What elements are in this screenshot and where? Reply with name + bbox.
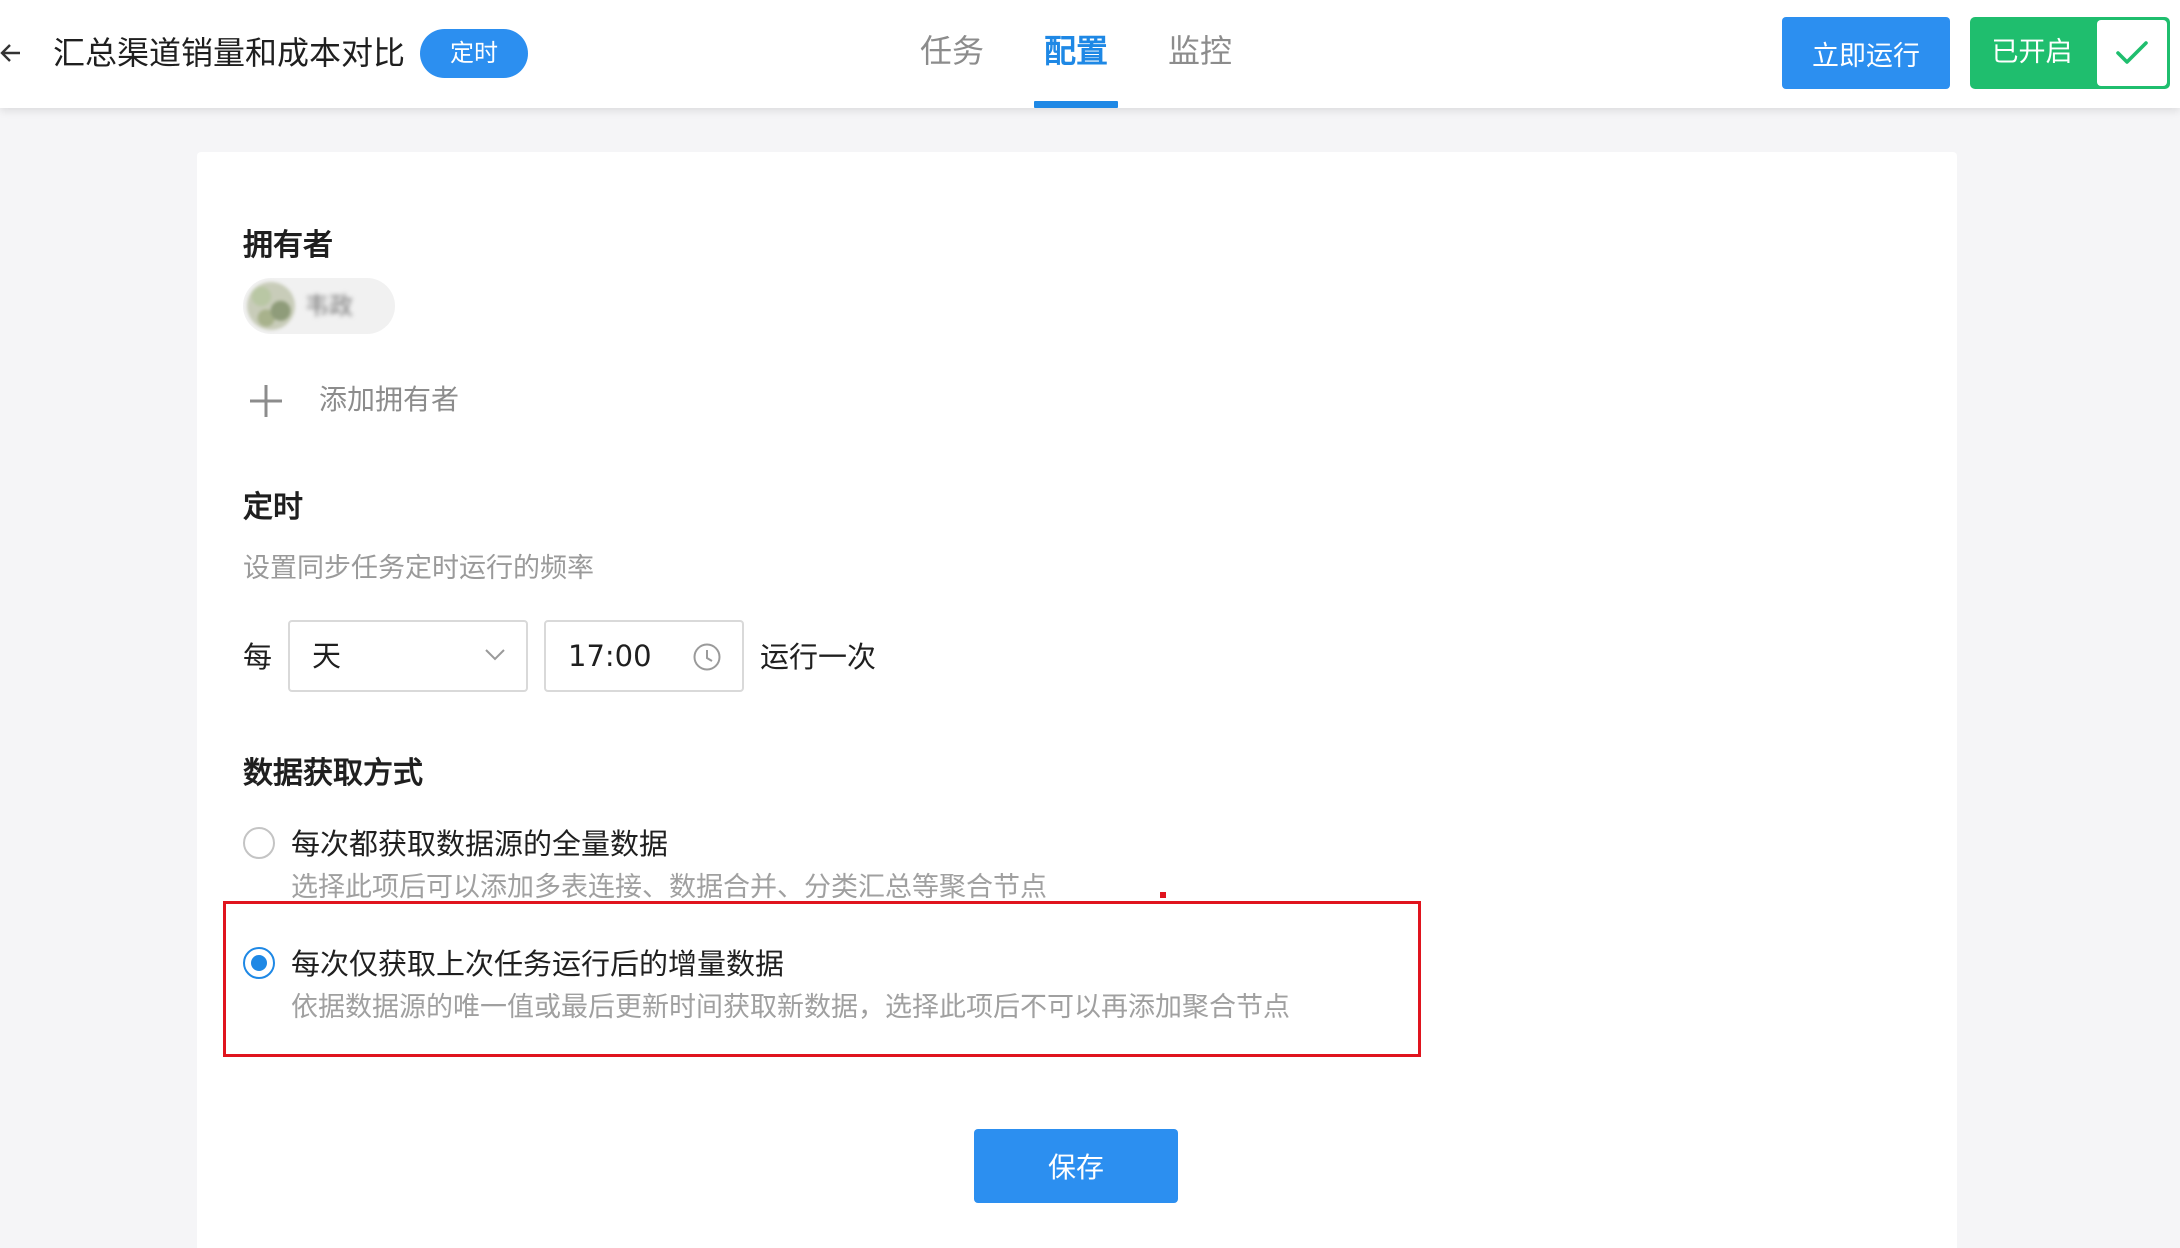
enable-toggle-label: 已开启	[1991, 37, 2073, 68]
save-button[interactable]: 保存	[974, 1129, 1178, 1203]
every-label: 每	[243, 640, 273, 674]
avatar	[247, 282, 295, 330]
schedule-section-title: 定时	[243, 490, 303, 525]
time-picker[interactable]: 17:00	[544, 620, 744, 692]
enable-toggle[interactable]: 已开启	[1970, 17, 2170, 89]
time-value: 17:00	[568, 639, 652, 673]
radio-desc-incremental: 依据数据源的唯一值或最后更新时间获取新数据，选择此项后不可以再添加聚合节点	[291, 992, 1290, 1023]
top-bar: 汇总渠道销量和成本对比 定时 任务 配置 监控 立即运行 已开启	[0, 0, 2180, 108]
config-card: 拥有者 韦政 添加拥有者 定时 设置同步任务定时运行的频率 每 天 17:00 …	[197, 152, 1957, 1248]
check-icon	[2116, 41, 2148, 64]
radio-label-full: 每次都获取数据源的全量数据	[291, 827, 669, 861]
fetch-mode-section-title: 数据获取方式	[243, 756, 423, 791]
chevron-down-icon	[485, 649, 505, 661]
schedule-description: 设置同步任务定时运行的频率	[243, 553, 594, 584]
page-title: 汇总渠道销量和成本对比	[53, 34, 406, 72]
plus-icon	[250, 385, 282, 417]
tab-monitor[interactable]: 监控	[1168, 26, 1232, 76]
tab-config[interactable]: 配置	[1044, 26, 1108, 76]
radio-circle-incremental[interactable]	[243, 947, 275, 979]
back-arrow-icon[interactable]	[0, 38, 22, 68]
annotation-dot	[1160, 892, 1166, 898]
tab-tasks[interactable]: 任务	[920, 26, 984, 76]
owner-name: 韦政	[305, 292, 353, 320]
period-value: 天	[312, 639, 342, 673]
add-owner-label: 添加拥有者	[319, 383, 460, 416]
toggle-knob	[2097, 20, 2167, 86]
owner-chip[interactable]: 韦政	[243, 278, 395, 334]
active-tab-indicator	[1034, 101, 1118, 108]
radio-full-data[interactable]: 每次都获取数据源的全量数据 选择此项后可以添加多表连接、数据合并、分类汇总等聚合…	[243, 827, 1243, 911]
owner-section-title: 拥有者	[243, 228, 333, 263]
radio-label-incremental: 每次仅获取上次任务运行后的增量数据	[291, 947, 785, 981]
radio-desc-full: 选择此项后可以添加多表连接、数据合并、分类汇总等聚合节点	[291, 872, 1047, 903]
run-once-label: 运行一次	[760, 640, 877, 674]
run-now-button[interactable]: 立即运行	[1782, 17, 1950, 89]
clock-icon	[693, 643, 721, 671]
radio-incremental-data[interactable]: 每次仅获取上次任务运行后的增量数据 依据数据源的唯一值或最后更新时间获取新数据，…	[243, 947, 1343, 1031]
period-select[interactable]: 天	[288, 620, 528, 692]
radio-circle-full[interactable]	[243, 827, 275, 859]
schedule-badge: 定时	[420, 29, 528, 78]
